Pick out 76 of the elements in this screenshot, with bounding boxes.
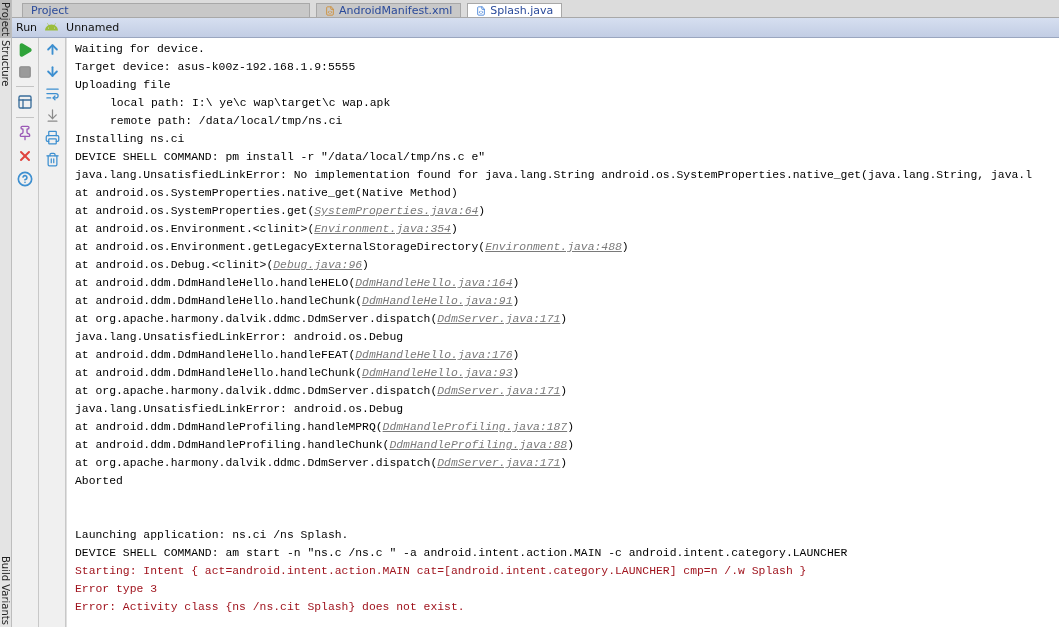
error-line: Error type 3	[75, 582, 159, 597]
layout-icon[interactable]	[17, 94, 33, 110]
side-tab[interactable]: Project	[0, 0, 11, 39]
file-icon	[476, 5, 487, 16]
log-line: Aborted	[75, 474, 124, 489]
error-line: Error: Activity class {ns /ns.cit Splash} does not exist.	[75, 600, 466, 615]
file-icon	[325, 5, 335, 16]
help-icon[interactable]	[17, 171, 33, 187]
source-link[interactable]: SystemProperties.java:64	[314, 205, 479, 217]
log-line: DEVICE SHELL COMMAND: pm install -r "/data/local/tmp/ns.c e"	[75, 150, 487, 165]
source-link[interactable]: Environment.java:354	[314, 223, 451, 235]
run-config-label[interactable]: Unnamed	[66, 21, 120, 34]
log-line: DEVICE SHELL COMMAND: am start -n "ns.c /ns.c " -a android.intent.action.MAIN -c android.intent.category.LAUNCHER	[75, 546, 849, 561]
log-text: at android.ddm.DdmHandleHello.handleHELO(	[75, 277, 356, 289]
source-link[interactable]: DdmHandleProfiling.java:187	[382, 421, 568, 433]
log-line: Installing ns.ci	[75, 132, 186, 147]
source-link[interactable]: Environment.java:488	[485, 241, 622, 253]
log-text: at org.apache.harmony.dalvik.ddmc.DdmServer.dispatch(	[75, 313, 438, 325]
log-text: )	[560, 313, 568, 325]
source-link[interactable]: DdmHandleHello.java:93	[362, 367, 513, 379]
log-line: java.lang.UnsatisfiedLinkError: android.os.Debug	[75, 402, 405, 417]
log-text: )	[450, 223, 458, 235]
log-text: )	[512, 349, 520, 361]
run-icon[interactable]	[17, 42, 33, 58]
source-link[interactable]: DdmHandleHello.java:164	[355, 277, 513, 289]
source-link[interactable]: DdmServer.java:171	[437, 385, 561, 397]
panel-title: Run	[16, 21, 38, 34]
log-text: at android.ddm.DdmHandleProfiling.handleMPRQ(	[75, 421, 383, 433]
stop-icon[interactable]	[18, 65, 32, 79]
log-line: remote path: /data/local/tmp/ns.ci	[109, 114, 344, 129]
source-link[interactable]: DdmHandleProfiling.java:88	[389, 439, 568, 451]
log-line: Uploading file	[75, 78, 172, 93]
log-line: java.lang.UnsatisfiedLinkError: No implementation found for java.lang.String android.os.SystemProperties.native_get(java.lang.String, java.l	[75, 168, 1033, 183]
log-line: Launching application: ns.ci /ns Splash.	[75, 528, 350, 543]
log-text: at org.apache.harmony.dalvik.ddmc.DdmServer.dispatch(	[75, 385, 438, 397]
arrow-down-icon[interactable]	[44, 64, 60, 79]
soft-wrap-icon[interactable]	[44, 86, 60, 101]
log-line: java.lang.UnsatisfiedLinkError: android.os.Debug	[75, 330, 405, 345]
log-text: at android.os.Environment.getLegacyExternalStorageDirectory(	[75, 241, 486, 253]
log-text: at android.ddm.DdmHandleHello.handleFEAT(	[75, 349, 356, 361]
source-link[interactable]: DdmHandleHello.java:91	[362, 295, 513, 307]
source-link[interactable]: DdmServer.java:171	[437, 457, 561, 469]
log-text: )	[512, 277, 520, 289]
log-text: at org.apache.harmony.dalvik.ddmc.DdmServer.dispatch(	[75, 457, 438, 469]
log-line: Waiting for device.	[75, 42, 206, 57]
log-text: )	[512, 295, 520, 307]
log-text: )	[621, 241, 629, 253]
log-text: )	[560, 457, 568, 469]
log-text: )	[567, 439, 574, 451]
log-text: at android.ddm.DdmHandleHello.handleChunk(	[75, 367, 363, 379]
log-text: at android.os.Debug.<clinit>(	[75, 259, 274, 271]
log-line: local path: I:\ ye\c wap\target\c wap.apk	[109, 96, 392, 111]
log-text: )	[567, 421, 574, 433]
source-link[interactable]: Debug.java:96	[273, 259, 363, 271]
trash-icon[interactable]	[44, 152, 60, 167]
log-text: )	[512, 367, 520, 379]
side-tab[interactable]: Structure	[0, 38, 11, 89]
error-line: Starting: Intent { act=android.intent.action.MAIN cat=[android.intent.category.LAUNCHER] cmp=n /.w Splash }	[75, 564, 808, 579]
log-text: at android.os.SystemProperties.get(	[75, 205, 315, 217]
editor-tab[interactable]: AndroidManifest.xml	[316, 3, 462, 17]
editor-tab[interactable]: Project	[22, 3, 310, 17]
source-link[interactable]: DdmServer.java:171	[437, 313, 561, 325]
pin-icon[interactable]	[17, 125, 33, 141]
log-text: at android.ddm.DdmHandleProfiling.handleChunk(	[75, 439, 390, 451]
log-text: )	[560, 385, 568, 397]
source-link[interactable]: DdmHandleHello.java:176	[355, 349, 513, 361]
log-text: )	[478, 205, 486, 217]
print-icon[interactable]	[44, 130, 60, 145]
log-text: at android.os.Environment.<clinit>(	[75, 223, 315, 235]
log-text: at android.ddm.DdmHandleHello.handleChunk(	[75, 295, 363, 307]
close-icon[interactable]	[17, 148, 33, 164]
log-line: at android.os.SystemProperties.native_get(Native Method)	[75, 186, 459, 201]
log-text: )	[362, 259, 369, 271]
editor-tab[interactable]: Splash.java	[467, 3, 563, 17]
side-tab[interactable]: Build Variants	[0, 554, 11, 627]
log-line: Target device: asus-k00z-192.168.1.9:5555	[75, 60, 357, 75]
